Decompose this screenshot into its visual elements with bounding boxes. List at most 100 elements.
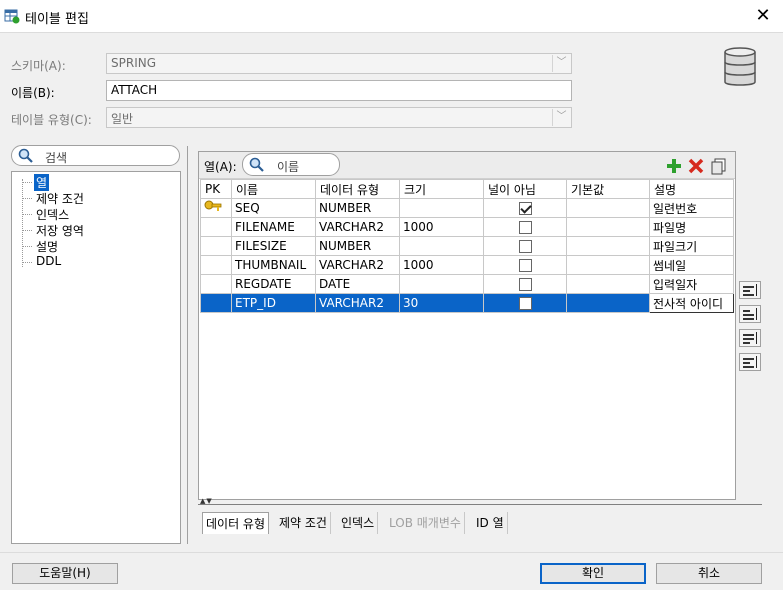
header-comment[interactable]: 설명 bbox=[649, 179, 734, 199]
comment-cell[interactable]: 썸네일 bbox=[649, 255, 734, 275]
name-cell[interactable]: ETP_ID bbox=[231, 293, 316, 313]
header-not-null[interactable]: 널이 아님 bbox=[483, 179, 567, 199]
size-cell[interactable] bbox=[399, 198, 484, 218]
header-pk[interactable]: PK bbox=[200, 179, 232, 199]
default-cell[interactable] bbox=[566, 255, 650, 275]
not-null-cell[interactable] bbox=[483, 255, 567, 275]
size-cell[interactable]: 1000 bbox=[399, 255, 484, 275]
pk-cell[interactable] bbox=[200, 255, 232, 275]
type-cell[interactable]: VARCHAR2 bbox=[315, 217, 400, 237]
name-cell[interactable]: FILENAME bbox=[231, 217, 316, 237]
cancel-button[interactable]: 취소 bbox=[656, 563, 762, 584]
header-data-type[interactable]: 데이터 유형 bbox=[315, 179, 400, 199]
name-cell[interactable]: REGDATE bbox=[231, 274, 316, 294]
header-name[interactable]: 이름 bbox=[231, 179, 316, 199]
tab-identity-column[interactable]: ID 열 bbox=[473, 512, 508, 534]
table-row[interactable]: REGDATE DATE 입력일자 bbox=[200, 274, 734, 294]
size-cell[interactable]: 30 bbox=[399, 293, 484, 313]
column-search-placeholder: 이름 bbox=[277, 160, 300, 174]
table-type-value: 일반 bbox=[111, 112, 134, 126]
not-null-cell[interactable] bbox=[483, 274, 567, 294]
delete-icon[interactable] bbox=[687, 157, 705, 175]
move-top-button[interactable] bbox=[739, 281, 761, 299]
splitter-arrows-icon[interactable]: ▲▼ bbox=[200, 497, 213, 505]
type-cell[interactable]: NUMBER bbox=[315, 236, 400, 256]
table-row-selected[interactable]: ETP_ID VARCHAR2 30 전사적 아이디 bbox=[200, 293, 734, 313]
pk-cell[interactable] bbox=[200, 217, 232, 237]
size-cell[interactable] bbox=[399, 236, 484, 256]
pk-cell[interactable] bbox=[200, 198, 232, 218]
schema-label: 스키마(A): bbox=[11, 59, 66, 73]
arrow-down-icon bbox=[756, 356, 757, 368]
schema-value: SPRING bbox=[111, 56, 157, 70]
tab-indexes[interactable]: 인덱스 bbox=[338, 512, 379, 534]
table-row[interactable]: FILENAME VARCHAR2 1000 파일명 bbox=[200, 217, 734, 237]
comment-edit-input[interactable]: 전사적 아이디 bbox=[649, 293, 734, 313]
nav-search-input[interactable]: 검색 bbox=[11, 145, 180, 166]
splitter[interactable] bbox=[198, 501, 762, 505]
default-cell[interactable] bbox=[566, 274, 650, 294]
add-icon[interactable] bbox=[665, 157, 683, 175]
type-cell[interactable]: NUMBER bbox=[315, 198, 400, 218]
move-down-button[interactable] bbox=[739, 329, 761, 347]
arrow-down-icon bbox=[756, 332, 757, 344]
column-search-input[interactable]: 이름 bbox=[242, 153, 340, 176]
table-row[interactable]: THUMBNAIL VARCHAR2 1000 썸네일 bbox=[200, 255, 734, 275]
tab-constraints[interactable]: 제약 조건 bbox=[276, 512, 331, 534]
schema-select: SPRING ﹀ bbox=[106, 53, 572, 74]
size-cell[interactable] bbox=[399, 274, 484, 294]
not-null-cell[interactable] bbox=[483, 217, 567, 237]
pane-divider[interactable] bbox=[187, 146, 188, 544]
not-null-checkbox[interactable] bbox=[518, 221, 532, 234]
footer-divider bbox=[0, 552, 783, 553]
table-type-select: 일반 ﹀ bbox=[106, 107, 572, 128]
type-cell[interactable]: VARCHAR2 bbox=[315, 293, 400, 313]
pk-cell[interactable] bbox=[200, 236, 232, 256]
default-cell[interactable] bbox=[566, 217, 650, 237]
not-null-cell[interactable] bbox=[483, 293, 567, 313]
name-cell[interactable]: THUMBNAIL bbox=[231, 255, 316, 275]
arrow-up-icon bbox=[756, 284, 757, 296]
tab-data-type[interactable]: 데이터 유형 bbox=[202, 512, 270, 534]
move-bottom-button[interactable] bbox=[739, 353, 761, 371]
comment-cell[interactable]: 파일명 bbox=[649, 217, 734, 237]
not-null-cell[interactable] bbox=[483, 236, 567, 256]
pk-cell[interactable] bbox=[200, 293, 232, 313]
comment-cell[interactable]: 파일크기 bbox=[649, 236, 734, 256]
name-cell[interactable]: FILESIZE bbox=[231, 236, 316, 256]
header-default[interactable]: 기본값 bbox=[566, 179, 650, 199]
not-null-checkbox[interactable] bbox=[518, 202, 532, 215]
default-cell[interactable] bbox=[566, 198, 650, 218]
columns-toolbar: 열(A): 이름 bbox=[199, 152, 735, 179]
name-cell[interactable]: SEQ bbox=[231, 198, 316, 218]
name-value: ATTACH bbox=[111, 83, 158, 97]
comment-cell[interactable]: 입력일자 bbox=[649, 274, 734, 294]
not-null-checkbox[interactable] bbox=[518, 259, 532, 272]
header-size[interactable]: 크기 bbox=[399, 179, 484, 199]
table-row[interactable]: FILESIZE NUMBER 파일크기 bbox=[200, 236, 734, 256]
close-button[interactable]: ✕ bbox=[749, 4, 777, 28]
size-cell[interactable]: 1000 bbox=[399, 217, 484, 237]
help-button[interactable]: 도움말(H) bbox=[12, 563, 118, 584]
copy-icon[interactable] bbox=[710, 157, 728, 175]
type-cell[interactable]: VARCHAR2 bbox=[315, 255, 400, 275]
columns-panel: 열(A): 이름 PK 이름 데이터 유형 크기 널이 아님 기본값 설명 SE… bbox=[198, 151, 736, 500]
database-icon bbox=[724, 47, 756, 86]
not-null-checkbox[interactable] bbox=[518, 240, 532, 253]
columns-label: 열(A): bbox=[204, 160, 237, 174]
not-null-cell[interactable] bbox=[483, 198, 567, 218]
not-null-checkbox[interactable] bbox=[518, 278, 532, 291]
not-null-checkbox[interactable] bbox=[518, 297, 532, 310]
table-type-label: 테이블 유형(C): bbox=[11, 113, 92, 127]
move-up-button[interactable] bbox=[739, 305, 761, 323]
comment-cell[interactable]: 일련번호 bbox=[649, 198, 734, 218]
pk-cell[interactable] bbox=[200, 274, 232, 294]
search-icon bbox=[249, 157, 264, 172]
nav-tree: 열 제약 조건 인덱스 저장 영역 설명 DDL bbox=[11, 171, 181, 544]
name-input[interactable]: ATTACH bbox=[106, 80, 572, 101]
default-cell[interactable] bbox=[566, 236, 650, 256]
ok-button[interactable]: 확인 bbox=[540, 563, 646, 584]
default-cell[interactable] bbox=[566, 293, 650, 313]
type-cell[interactable]: DATE bbox=[315, 274, 400, 294]
table-row[interactable]: SEQ NUMBER 일련번호 bbox=[200, 198, 734, 218]
